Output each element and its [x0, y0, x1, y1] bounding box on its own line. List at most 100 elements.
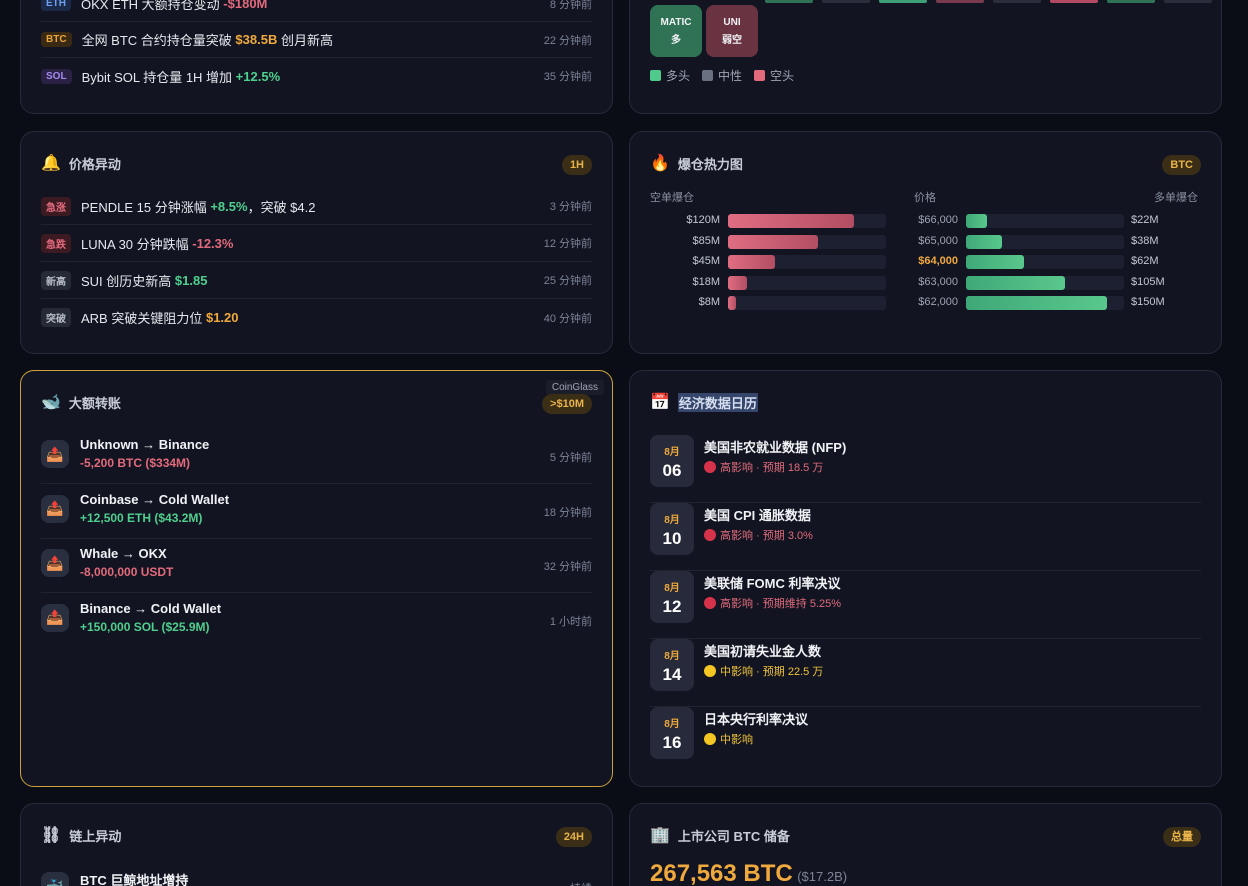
- transfer-amount: -8,000,000 USDT: [80, 565, 174, 579]
- heatmap-row[interactable]: $18M $63,000 $105M: [0, 275, 1248, 290]
- holding-item[interactable]: ETH OKX ETH 大额持仓变动 -$180M 8 分钟前: [41, 0, 592, 22]
- price-level: $62,000: [918, 296, 958, 308]
- event-month: 8月: [664, 447, 680, 458]
- event-month: 8月: [664, 719, 680, 730]
- whale-address-icon: 🐳: [41, 872, 69, 886]
- whale-transfers-badge[interactable]: >$10M: [542, 394, 592, 414]
- calendar-event[interactable]: 8月 16 日本央行利率决议中影响: [650, 707, 1201, 775]
- tile-uni[interactable]: UNI 弱空: [706, 5, 758, 57]
- onchain-card: ⛓ 链上异动 24H 🐳 BTC 巨鲸地址增持 持续: [20, 803, 613, 886]
- heatmap-head-price: 价格: [914, 192, 936, 204]
- holding-suffix: 创月新高: [277, 33, 333, 48]
- event-title: 美国非农就业数据 (NFP): [704, 440, 847, 455]
- holding-time: 22 分钟前: [543, 34, 592, 47]
- heatmap-row[interactable]: $45M $64,000 $62M: [0, 255, 1248, 269]
- legend-bear: 空头: [754, 67, 794, 84]
- calendar-icon: 📅: [650, 393, 670, 411]
- long-liq-bar: [966, 214, 987, 228]
- heatmap-row[interactable]: $85M $65,000 $38M: [0, 234, 1248, 249]
- legend-swatch: [754, 70, 765, 81]
- price-level: $66,000: [918, 214, 958, 226]
- liq-heatmap-badge[interactable]: BTC: [1162, 155, 1201, 175]
- holding-text: 全网 BTC 合约持仓量突破: [81, 33, 236, 48]
- whale-transfers-card: 🐋 大额转账 CoinGlass >$10M 📤 Unknown → Binanc…: [20, 370, 613, 787]
- event-impact: 高影响 · 预期 3.0%: [704, 527, 813, 543]
- calendar-event[interactable]: 8月 10 美国 CPI 通胀数据 高影响 · 预期 3.0%: [650, 503, 1201, 571]
- holding-text: Bybit SOL 持仓量 1H 增加: [81, 69, 236, 85]
- event-impact-text: 高影响 · 预期 18.5 万: [720, 462, 824, 474]
- price-level: $64,000: [918, 255, 958, 267]
- red-circle-icon: [704, 597, 716, 609]
- alert-text: ARB 突破关键阻力位: [81, 311, 206, 326]
- event-day: 10: [662, 529, 682, 548]
- outbox-tray-icon: 📤: [41, 440, 69, 468]
- transfer-item[interactable]: 📤 Whale → OKX -8,000,000 USDT 32 分钟前: [41, 538, 592, 593]
- legend-swatch: [650, 70, 661, 81]
- holdings-card: ETH OKX ETH 大额持仓变动 -$180M 8 分钟前 BTC 全网 BTC 合…: [20, 0, 613, 114]
- transfer-amount: +150,000 SOL ($25.9M): [80, 619, 210, 634]
- transfer-route: Coinbase → Cold Wallet: [80, 491, 230, 507]
- event-impact-text: 中影响: [720, 734, 753, 746]
- long-liq-value: $105M: [1131, 275, 1165, 288]
- long-liq-track: [966, 214, 1124, 228]
- red-circle-icon: [704, 529, 716, 541]
- short-liq-value: $85M: [692, 234, 720, 247]
- alert-time: 3 分钟前: [549, 201, 592, 213]
- legend-neutral: 中性: [702, 67, 742, 84]
- holding-value: $38.5B: [235, 32, 278, 47]
- holding-item[interactable]: SOL Bybit SOL 持仓量 1H 增加 +12.5% 35 分钟前: [41, 58, 592, 94]
- long-liq-bar: [966, 296, 1107, 310]
- chain-icon: ⛓: [41, 826, 62, 844]
- calendar-event[interactable]: 8月 14 美国初请失业金人数 中影响 · 预期 22.5 万: [650, 639, 1201, 707]
- short-liq-value: $45M: [692, 255, 720, 267]
- holding-item[interactable]: BTC 全网 BTC 合约持仓量突破 $38.5B 创月新高 22 分钟前: [41, 22, 592, 58]
- transfer-time: 1 小时前: [549, 615, 592, 628]
- whale-icon: 🐋: [41, 393, 61, 411]
- sentiment-card: MATIC 多 UNI 弱空 多头 中性 空头: [629, 0, 1222, 114]
- onchain-badge[interactable]: 24H: [555, 827, 592, 847]
- short-liq-value: $18M: [692, 275, 720, 288]
- transfer-item[interactable]: 📤 Unknown → Binance -5,200 BTC ($334M) 5 分钟…: [41, 429, 592, 484]
- event-impact-text: 高影响 · 预期 3.0%: [720, 530, 813, 542]
- event-impact: 中影响 · 预期 22.5 万: [704, 663, 823, 679]
- alert-time: 40 分钟前: [543, 312, 592, 325]
- transfer-route: Binance → Cold Wallet: [80, 600, 222, 616]
- price-level: $65,000: [918, 234, 958, 247]
- heatmap-row[interactable]: $8M $62,000 $150M: [0, 296, 1248, 310]
- calendar-event[interactable]: 8月 12 美联储 FOMC 利率决议 高影响 · 预期维持 5.25%: [650, 571, 1201, 639]
- btc-reserves-badge[interactable]: 总量: [1163, 827, 1201, 847]
- tile-matic[interactable]: MATIC 多: [650, 5, 702, 57]
- short-liq-bar: [728, 275, 747, 290]
- holding-value: +12.5%: [235, 68, 281, 84]
- alert-text: PENDLE 15 分钟涨幅: [81, 199, 211, 215]
- alert-tag: 突破: [41, 308, 71, 327]
- holding-value: -$180M: [223, 0, 268, 11]
- price-level: $63,000: [918, 275, 958, 288]
- short-liq-value: $8M: [698, 296, 720, 308]
- transfer-time: 32 分钟前: [543, 561, 592, 573]
- event-date: 8月 14: [650, 639, 694, 691]
- coin-tag: BTC: [41, 32, 72, 47]
- event-day: 16: [662, 733, 682, 752]
- calendar-event[interactable]: 8月 06 美国非农就业数据 (NFP) 高影响 · 预期 18.5 万: [650, 435, 1201, 503]
- event-title: 日本央行利率决议: [704, 712, 809, 727]
- outbox-tray-icon: 📤: [41, 549, 69, 577]
- transfer-item[interactable]: 📤 Binance → Cold Wallet +150,000 SOL ($25.…: [41, 593, 592, 648]
- heatmap-head-short: 空单爆仓: [650, 192, 694, 204]
- heatmap-row[interactable]: $120M $66,000 $22M: [0, 214, 1248, 228]
- event-impact-text: 高影响 · 预期维持 5.25%: [720, 598, 842, 610]
- econ-calendar-title: 📅 经济数据日历: [650, 393, 758, 412]
- event-month: 8月: [664, 651, 680, 662]
- transfer-route: Unknown → Binance: [80, 437, 210, 452]
- yellow-circle-icon: [704, 665, 716, 677]
- price-alerts-badge[interactable]: 1H: [561, 155, 592, 175]
- long-liq-bar: [966, 234, 1002, 249]
- alert-value: +8.5%: [210, 198, 248, 214]
- outbox-tray-icon: 📤: [41, 603, 69, 632]
- onchain-item[interactable]: 🐳 BTC 巨鲸地址增持 持续: [41, 866, 592, 886]
- long-liq-value: $62M: [1131, 255, 1159, 267]
- transfer-item[interactable]: 📤 Coinbase → Cold Wallet +12,500 ETH ($43.…: [41, 484, 592, 539]
- short-liq-value: $120M: [686, 214, 720, 226]
- event-day: 14: [662, 665, 682, 684]
- event-impact: 高影响 · 预期维持 5.25%: [704, 595, 841, 611]
